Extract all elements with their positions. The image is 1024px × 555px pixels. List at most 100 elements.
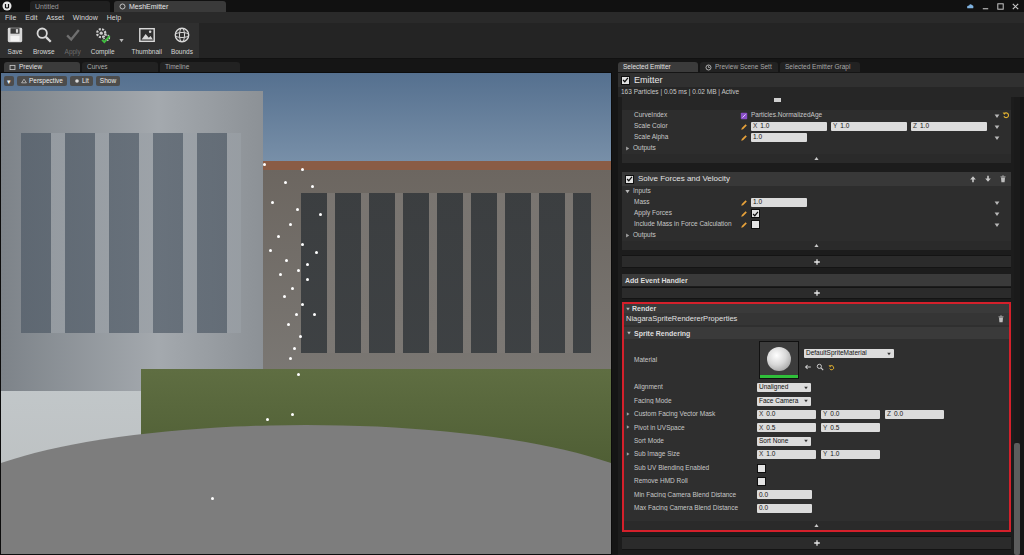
add-bar[interactable] [622,255,1011,268]
menu-item[interactable]: Asset [46,14,64,21]
section-title: Add Event Handler [625,277,688,284]
vector-field[interactable]: Y1.0 [821,450,880,459]
collapse-bar[interactable] [624,521,1009,530]
trash-icon [997,315,1005,323]
menu-item[interactable]: Help [107,14,121,21]
menu-item[interactable]: File [5,14,16,21]
toolbar-button: Apply [61,25,85,56]
panel-tab[interactable]: Selected Emitter Grapl [780,62,860,72]
add-bar[interactable] [622,536,1011,550]
module-color: CurveIndexParticles.NormalizedAgeScale C… [622,97,1011,163]
trash-icon [999,175,1007,183]
expander-slot[interactable] [624,411,632,418]
toolbar-button[interactable]: Save [3,25,27,56]
axis-label: X [759,411,763,418]
particle [297,373,300,376]
checkbox[interactable] [751,209,760,218]
number-field[interactable]: 1.0 [751,133,807,142]
expander-slot[interactable] [624,424,632,431]
dropdown-field[interactable]: Sort None [757,437,811,446]
collapse-bar[interactable] [622,154,1011,163]
options-arrow-icon [993,221,1001,229]
viewport-options-button[interactable]: ▾ [4,76,14,86]
checkbox[interactable] [757,464,766,473]
menu-item[interactable]: Window [73,14,98,21]
asset-color-bar [760,375,798,378]
renderer-header: NiagaraSpriteRendererProperties [624,313,1009,325]
category-title: Sprite Rendering [634,330,690,337]
menu-item[interactable]: Edit [25,14,37,21]
panel-tab[interactable]: Timeline [160,62,240,72]
thumbnail-preview [760,342,798,375]
property-label: Sub Image Size [632,451,757,458]
title-bar: Untitled MeshEmitter [0,0,1024,12]
field-value: 0.0 [759,505,768,512]
vector-field[interactable]: Z1.0 [911,122,987,131]
vector-field[interactable]: X1.0 [757,450,816,459]
viewport[interactable]: ▾PerspectiveLitShow [0,72,612,555]
group-row[interactable]: Inputs [622,186,1011,197]
toolbar-button[interactable]: Browse [30,25,58,56]
add-bar[interactable] [622,287,1011,299]
vector-field[interactable]: Y1.0 [831,122,907,131]
collapse-bar[interactable] [622,241,1011,250]
collapsed-arrow-icon [624,232,631,239]
checkbox[interactable] [751,220,760,229]
checkbox[interactable] [625,175,634,184]
toolbar-compile-icon [94,26,112,44]
reset-slot [1002,220,1011,229]
dropdown-field[interactable]: DefaultSpriteMaterial [804,349,894,358]
module-solve-forces: Solve Forces and VelocityInputsMass1.0Ap… [622,172,1011,250]
toolbar-group: SaveBrowseApplyCompile ThumbnailBounds [0,23,199,58]
document-tab[interactable]: MeshEmitter [114,1,226,12]
toolbar-dropdown[interactable] [118,25,126,56]
dropdown-field[interactable]: Face Camera [757,397,811,406]
viewport-button[interactable]: Perspective [17,76,67,86]
vector-field[interactable]: X0.0 [757,410,816,419]
dropdown-field[interactable]: Unaligned [757,383,811,392]
property-value [757,477,1009,486]
module-header: Solve Forces and Velocity [622,172,1011,186]
main-area: Preview CurvesTimeline ▾PerspectiveLitSho… [0,59,1024,555]
expander-slot[interactable] [624,451,632,458]
tab-label: Preview [19,64,42,71]
checkbox[interactable] [757,477,766,486]
material-thumbnail[interactable] [759,341,799,379]
group-label: Inputs [633,188,651,195]
document-tab[interactable]: Untitled [30,1,110,12]
vector-field[interactable]: Z0.0 [885,410,944,419]
number-field[interactable]: 0.0 [757,490,812,499]
checkbox[interactable] [621,76,630,85]
toolbar-button[interactable]: Bounds [168,25,196,56]
vector-field[interactable]: X1.0 [751,122,827,131]
viewport-button[interactable]: Lit [70,76,93,86]
category-header[interactable]: Sprite Rendering [624,327,1009,339]
vector-field[interactable]: X0.5 [757,423,816,432]
tab-label: Selected Emitter [623,64,671,71]
field-value: 0.0 [894,411,903,418]
vector-field[interactable]: Y0.0 [821,410,880,419]
group-row[interactable]: Outputs [622,143,1011,154]
panel-tab[interactable]: Selected Emitter [618,62,698,72]
emitter-asset-icon [119,3,126,10]
field-value: 1.0 [753,134,762,141]
toolbar-button[interactable]: Thumbnail [129,25,165,56]
scrollbar-thumb[interactable] [1014,443,1020,555]
property-row: Sort ModeSort None [624,435,1009,448]
axis-label: Y [833,123,837,130]
render-header[interactable]: Render [624,304,1009,313]
group-row[interactable]: Outputs [622,230,1011,241]
number-field[interactable]: 0.0 [757,504,812,513]
viewport-button[interactable]: Show [96,76,120,86]
vector-field[interactable]: Y0.5 [821,423,880,432]
toolbar-button[interactable]: Compile [88,25,118,56]
panel-tab[interactable]: Curves [82,62,158,72]
axis-label: Y [823,451,827,458]
panel-tab[interactable]: Preview Scene Sett [700,62,778,72]
scrollbar[interactable] [1014,97,1020,555]
tab-label: Preview Scene Sett [715,64,772,71]
dropdown-arrow-icon [803,438,809,444]
options-arrow-icon [993,123,1001,131]
number-field[interactable]: 1.0 [751,198,807,207]
panel-tab[interactable]: Preview [4,62,80,72]
